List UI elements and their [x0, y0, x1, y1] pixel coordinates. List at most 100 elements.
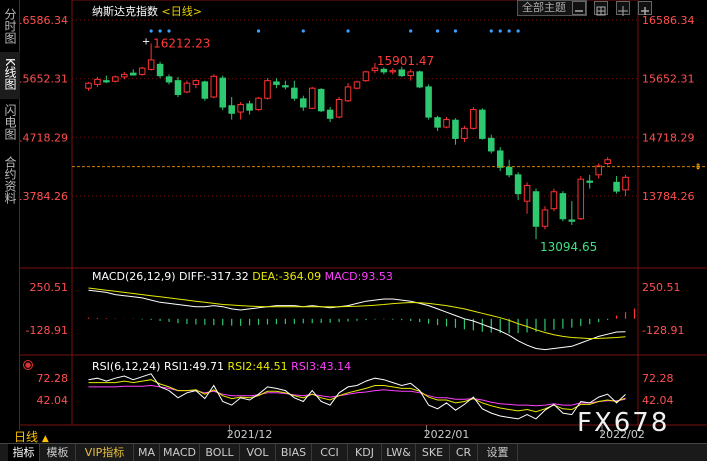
candle[interactable]	[104, 81, 110, 82]
candle[interactable]	[605, 160, 611, 164]
indicator-tab[interactable]: SKE	[416, 444, 450, 461]
candle[interactable]	[471, 110, 477, 129]
candle[interactable]	[292, 88, 298, 98]
candle[interactable]	[247, 104, 253, 110]
side-tab-intraday[interactable]: 分时图	[0, 4, 20, 51]
indicator-tab[interactable]: VIP指标	[76, 444, 134, 461]
indicator-tab[interactable]: 设置	[478, 444, 518, 461]
candle[interactable]	[515, 175, 521, 194]
indicator-tab[interactable]: CR	[450, 444, 478, 461]
candle[interactable]	[166, 77, 172, 82]
candle[interactable]	[614, 182, 620, 191]
candle[interactable]	[113, 77, 119, 81]
candle[interactable]	[578, 179, 584, 219]
chart-area[interactable]: 16586.3416586.3415652.3115652.3114718.29…	[20, 0, 707, 441]
candle[interactable]	[399, 70, 405, 76]
candle[interactable]	[318, 89, 324, 110]
candle[interactable]	[551, 192, 557, 209]
candle[interactable]	[139, 68, 145, 74]
candle[interactable]	[345, 87, 351, 101]
candle[interactable]	[506, 167, 512, 175]
side-tab-contract[interactable]: 合约资料	[0, 150, 20, 213]
candle[interactable]	[497, 151, 503, 167]
event-marker[interactable]	[150, 29, 153, 32]
event-marker[interactable]	[508, 29, 511, 32]
candle[interactable]	[596, 166, 602, 175]
candle[interactable]	[86, 83, 92, 88]
indicator-tab[interactable]: BIAS	[276, 444, 312, 461]
side-tab-flash[interactable]: 闪电图	[0, 100, 20, 147]
candle[interactable]	[157, 64, 163, 75]
candle[interactable]	[309, 88, 315, 108]
indicator-tab[interactable]: 模板	[40, 444, 76, 461]
event-marker[interactable]	[302, 29, 305, 32]
candle[interactable]	[462, 128, 468, 138]
indicator-tab[interactable]: KDJ	[348, 444, 382, 461]
event-marker[interactable]	[454, 29, 457, 32]
candle[interactable]	[408, 72, 414, 76]
candle[interactable]	[256, 98, 262, 109]
candle[interactable]	[569, 220, 575, 221]
zoom-in-button[interactable]	[638, 1, 652, 15]
event-marker[interactable]	[490, 29, 493, 32]
event-marker[interactable]	[167, 29, 170, 32]
zoom-out-button[interactable]	[572, 1, 586, 15]
candle[interactable]	[354, 82, 360, 88]
candle[interactable]	[238, 105, 244, 113]
candle[interactable]	[426, 87, 432, 117]
candle[interactable]	[274, 82, 280, 85]
candle[interactable]	[390, 71, 396, 72]
indicator-tab[interactable]: MA	[134, 444, 160, 461]
candle[interactable]	[220, 78, 226, 107]
event-marker[interactable]	[499, 29, 502, 32]
candle[interactable]	[372, 68, 378, 71]
event-marker[interactable]	[346, 29, 349, 32]
candle[interactable]	[301, 99, 307, 107]
indicator-tab[interactable]: BOLL	[200, 444, 240, 461]
candle[interactable]	[148, 60, 154, 69]
candle[interactable]	[265, 81, 271, 99]
event-marker[interactable]	[517, 29, 520, 32]
candle[interactable]	[488, 138, 494, 151]
grid-toggle-button[interactable]	[594, 1, 608, 15]
candle[interactable]	[587, 181, 593, 182]
candle[interactable]	[130, 73, 136, 75]
crosshair-button[interactable]	[616, 1, 630, 15]
candle[interactable]	[211, 76, 217, 97]
candle[interactable]	[95, 79, 101, 84]
candle[interactable]	[283, 86, 289, 87]
candle[interactable]	[336, 99, 342, 117]
event-marker[interactable]	[436, 29, 439, 32]
candle[interactable]	[122, 74, 128, 77]
indicator-tab[interactable]: LW&	[382, 444, 416, 461]
candle[interactable]	[327, 110, 333, 118]
indicator-tab[interactable]: VOL	[240, 444, 276, 461]
side-tab-kline[interactable]: K线图	[0, 52, 20, 99]
candle[interactable]	[444, 120, 450, 128]
candle[interactable]	[229, 106, 235, 114]
event-marker[interactable]	[409, 29, 412, 32]
indicator-tab[interactable]: MACD	[160, 444, 200, 461]
indicator-settings-icon[interactable]: ●	[23, 360, 33, 370]
candle[interactable]	[193, 81, 199, 85]
candle[interactable]	[623, 177, 629, 190]
candle[interactable]	[417, 72, 423, 87]
candle[interactable]	[435, 118, 441, 127]
indicator-tab[interactable]: CCI	[312, 444, 348, 461]
candle[interactable]	[542, 210, 548, 226]
chart-period[interactable]: <日线>	[162, 5, 202, 18]
event-marker[interactable]	[158, 29, 161, 32]
candle[interactable]	[480, 110, 486, 138]
candle[interactable]	[184, 83, 190, 92]
indicator-tab[interactable]: 指标	[8, 444, 40, 461]
candle[interactable]	[453, 120, 459, 138]
kline-chart[interactable]: 16586.3416586.3415652.3115652.3114718.29…	[20, 0, 707, 441]
candle[interactable]	[175, 81, 181, 95]
candle[interactable]	[381, 69, 387, 72]
candle[interactable]	[524, 185, 530, 201]
candle[interactable]	[533, 192, 539, 227]
candle[interactable]	[560, 194, 566, 219]
candle[interactable]	[363, 72, 369, 81]
event-marker[interactable]	[257, 29, 260, 32]
candle[interactable]	[202, 82, 208, 98]
